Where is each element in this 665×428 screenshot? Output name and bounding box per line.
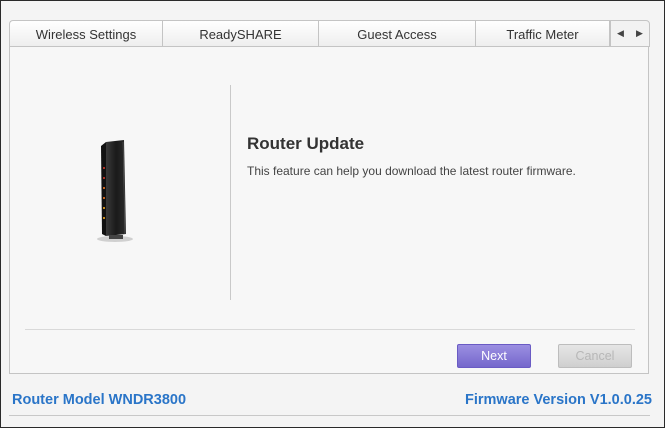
next-button[interactable]: Next [457,344,531,368]
tab-traffic-meter[interactable]: Traffic Meter [475,20,610,47]
content-panel: Router Update This feature can help you … [9,47,649,374]
horizontal-divider [25,329,635,330]
chevron-right-icon[interactable]: ▶ [636,28,643,39]
chevron-left-icon[interactable]: ◀ [617,28,624,39]
tab-guest-access[interactable]: Guest Access [318,20,475,47]
feature-description: This feature can help you download the l… [247,164,576,178]
genie-window: Wireless Settings ReadySHARE Guest Acces… [0,0,665,428]
vertical-divider [230,85,231,300]
tab-strip: Wireless Settings ReadySHARE Guest Acces… [9,20,650,47]
footer-divider [9,415,650,416]
cancel-button[interactable]: Cancel [558,344,632,368]
tab-readyshare[interactable]: ReadySHARE [162,20,318,47]
tab-wireless-settings[interactable]: Wireless Settings [9,20,162,47]
router-model-label: Router Model WNDR3800 [12,392,187,408]
tab-scroll-arrows: ◀ ▶ [610,20,650,47]
firmware-version-label: Firmware Version V1.0.0.25 [465,392,652,408]
feature-title: Router Update [247,134,365,153]
router-icon [97,140,133,242]
